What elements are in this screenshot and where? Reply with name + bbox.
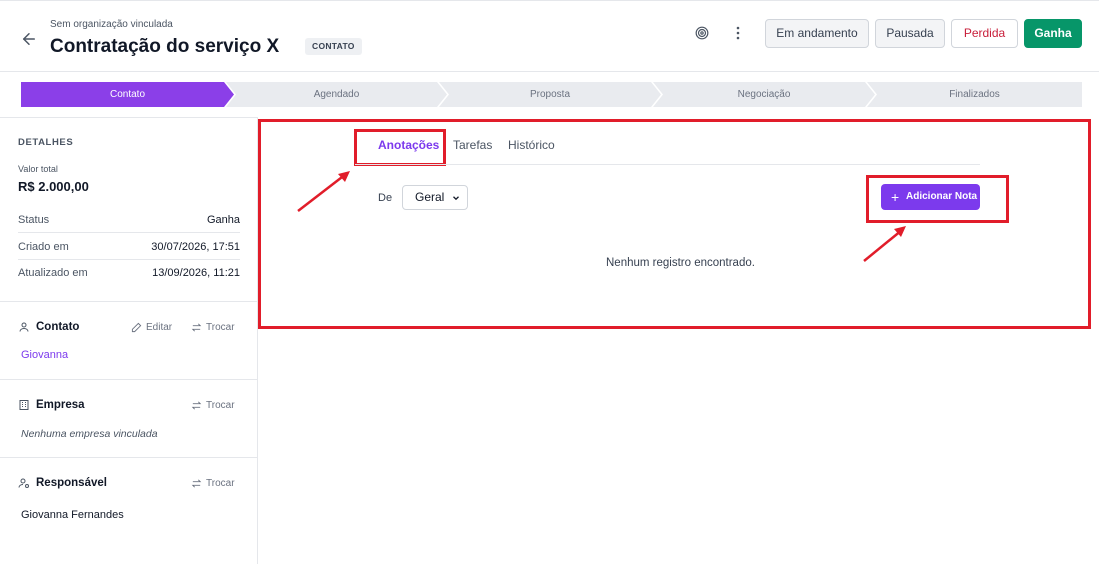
stage-agendado[interactable]: Agendado	[226, 82, 447, 107]
company-title: Empresa	[18, 399, 85, 411]
divider	[0, 379, 257, 380]
owner-title-label: Responsável	[36, 477, 107, 489]
swap-label: Trocar	[206, 400, 235, 411]
detail-label: Atualizado em	[18, 267, 88, 279]
swap-label: Trocar	[206, 322, 235, 333]
swap-icon	[191, 479, 202, 488]
filter-label: De	[378, 192, 393, 204]
stage-label: Agendado	[313, 89, 360, 100]
page-header: Sem organização vinculada Contratação do…	[0, 0, 1099, 72]
stage-label: Contato	[109, 89, 146, 100]
swap-owner-button[interactable]: Trocar	[191, 478, 235, 489]
paused-button[interactable]: Pausada	[875, 19, 945, 48]
target-icon[interactable]	[695, 26, 709, 40]
filter-select[interactable]: Geral	[402, 185, 468, 210]
organization-label: Sem organização vinculada	[50, 19, 173, 30]
empty-state-message: Nenhum registro encontrado.	[606, 257, 755, 269]
detail-label: Criado em	[18, 241, 69, 253]
tabs-divider	[355, 164, 980, 165]
divider	[0, 301, 257, 302]
add-note-button[interactable]: + Adicionar Nota	[881, 184, 980, 210]
add-note-label: Adicionar Nota	[906, 191, 978, 202]
company-empty-text: Nenhuma empresa vinculada	[21, 428, 158, 440]
detail-value: Ganha	[206, 214, 240, 226]
arrow-left-icon[interactable]	[20, 30, 38, 48]
chevron-down-icon	[453, 196, 459, 201]
owner-title: Responsável	[18, 477, 107, 489]
stage-label: Proposta	[529, 89, 571, 100]
annotation-arrow-icon	[297, 171, 350, 212]
plus-icon: +	[891, 189, 900, 205]
owner-name: Giovanna Fernandes	[21, 509, 124, 521]
swap-icon	[191, 401, 202, 410]
contact-name-link[interactable]: Giovanna	[21, 349, 68, 361]
won-button[interactable]: Ganha	[1024, 19, 1082, 48]
details-title: DETALHES	[18, 137, 74, 148]
contact-title-label: Contato	[36, 321, 80, 333]
details-sidebar: DETALHES Valor total R$ 2.000,00 Status …	[0, 117, 258, 564]
divider	[0, 457, 257, 458]
total-value: R$ 2.000,00	[18, 179, 89, 194]
swap-company-button[interactable]: Trocar	[191, 400, 235, 411]
page-title: Contratação do serviço X	[50, 36, 280, 57]
tab-anotacoes[interactable]: Anotações	[378, 138, 439, 152]
stage-finalizados[interactable]: Finalizados	[867, 82, 1082, 107]
stage-contato[interactable]: Contato	[21, 82, 234, 107]
swap-label: Trocar	[206, 478, 235, 489]
detail-row-status: Status Ganha	[18, 207, 240, 233]
stage-badge: CONTATO	[305, 38, 362, 55]
swap-contact-button[interactable]: Trocar	[191, 322, 235, 333]
more-vertical-icon[interactable]	[735, 26, 741, 40]
filter-select-value: Geral	[415, 190, 445, 204]
detail-value: 30/07/2026, 17:51	[151, 241, 240, 253]
detail-value: 13/09/2026, 11:21	[152, 267, 240, 279]
detail-label: Status	[18, 214, 50, 226]
lost-button[interactable]: Perdida	[951, 19, 1018, 48]
stage-negociacao[interactable]: Negociação	[653, 82, 875, 107]
tab-historico[interactable]: Histórico	[508, 138, 555, 152]
contact-title: Contato	[18, 321, 79, 333]
company-title-label: Empresa	[36, 399, 85, 411]
detail-row-updated: Atualizado em 13/09/2026, 11:21	[18, 260, 240, 286]
pencil-icon	[131, 322, 142, 333]
stage-label: Negociação	[737, 89, 791, 100]
total-label: Valor total	[18, 164, 58, 174]
user-settings-icon	[18, 478, 29, 488]
in-progress-button[interactable]: Em andamento	[765, 19, 869, 48]
edit-contact-button[interactable]: Editar	[131, 322, 172, 333]
user-icon	[19, 322, 29, 332]
stage-proposta[interactable]: Proposta	[439, 82, 661, 107]
building-icon	[19, 400, 29, 410]
detail-row-created: Criado em 30/07/2026, 17:51	[18, 234, 240, 260]
tab-tarefas[interactable]: Tarefas	[453, 138, 492, 152]
edit-label: Editar	[146, 322, 173, 333]
annotation-arrow-icon	[863, 226, 906, 262]
pipeline-stages: Contato Agendado Proposta Negociação Fin…	[21, 82, 1082, 107]
swap-icon	[191, 323, 202, 332]
stage-label: Finalizados	[949, 89, 1000, 100]
